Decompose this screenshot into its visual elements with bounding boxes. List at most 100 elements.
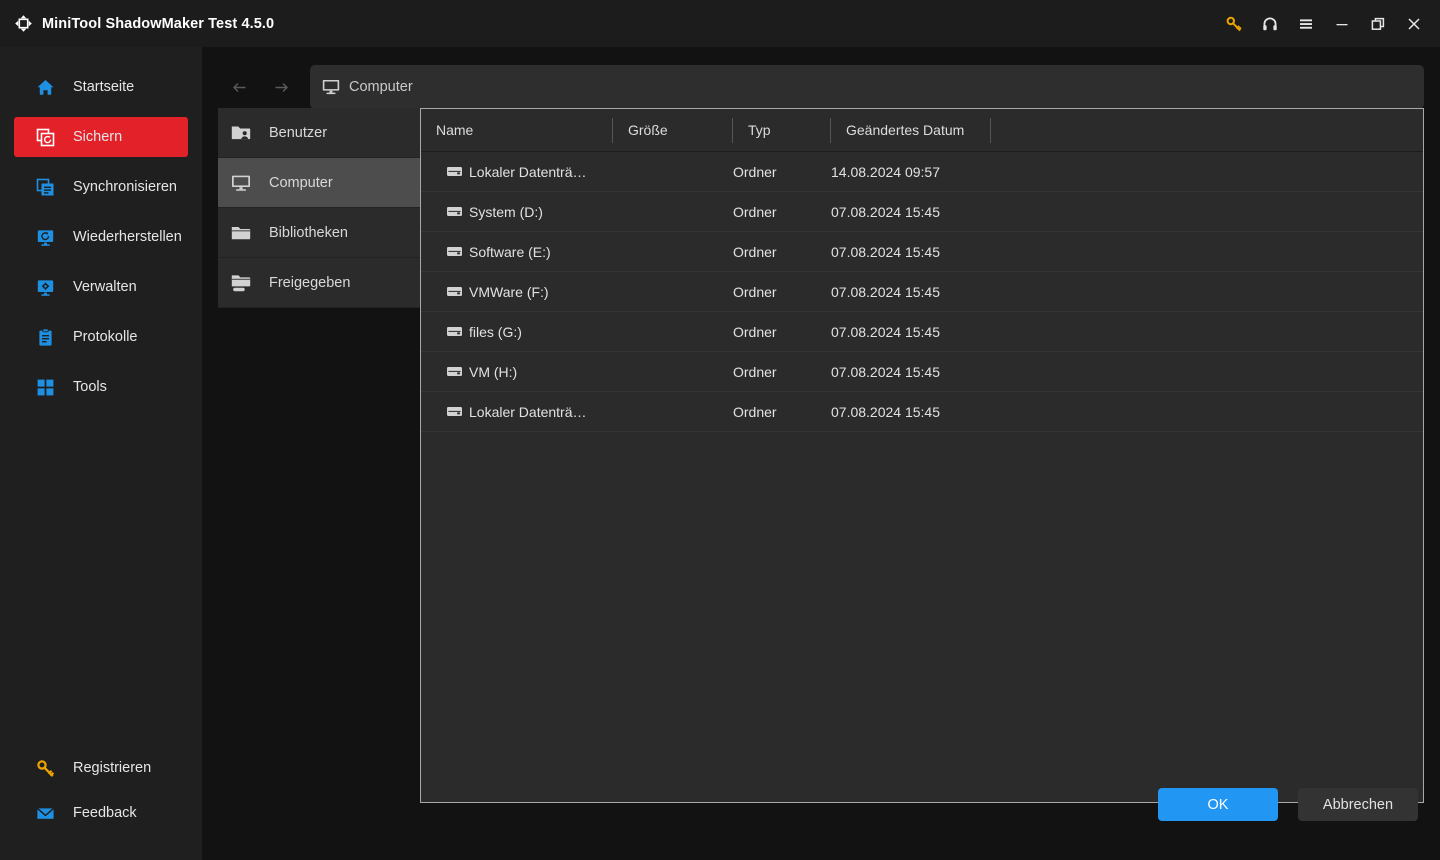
file-name: System (D:): [469, 203, 543, 220]
tree-item-label: Benutzer: [269, 124, 328, 141]
mail-icon: [36, 804, 55, 823]
cell-date: 07.08.2024 15:45: [831, 203, 940, 220]
arrow-right-icon[interactable]: [260, 67, 302, 107]
table-row[interactable]: System (D:) Ordner 07.08.2024 15:45: [421, 192, 1423, 232]
computer-icon: [231, 174, 251, 192]
key-icon: [36, 759, 55, 778]
window-controls: [1216, 0, 1440, 47]
table-row[interactable]: Lokaler Datenträ… Ordner 14.08.2024 09:5…: [421, 152, 1423, 192]
cell-date: 07.08.2024 15:45: [831, 243, 940, 260]
drive-icon: [447, 207, 462, 216]
file-name: Software (E:): [469, 243, 551, 260]
arrow-left-icon[interactable]: [218, 67, 260, 107]
cell-date: 07.08.2024 15:45: [831, 363, 940, 380]
cell-type: Ordner: [733, 283, 777, 300]
sidebar-item-label: Registrieren: [73, 760, 152, 776]
computer-icon: [322, 79, 340, 95]
cell-date: 14.08.2024 09:57: [831, 163, 940, 180]
file-list-body: Lokaler Datenträ… Ordner 14.08.2024 09:5…: [421, 152, 1423, 432]
sidebar-item-label: Protokolle: [73, 329, 138, 345]
cell-type: Ordner: [733, 363, 777, 380]
users-folder-icon: [231, 124, 251, 142]
restore-icon[interactable]: [1360, 5, 1396, 43]
restore-disk-icon: [36, 228, 55, 247]
sidebar-item-sichern[interactable]: Sichern: [14, 117, 188, 157]
sidebar-item-label: Tools: [73, 379, 107, 395]
sidebar-item-label: Sichern: [73, 129, 123, 145]
navigation-bar: Computer: [218, 63, 1424, 111]
key-icon[interactable]: [1216, 5, 1252, 43]
cell-type: Ordner: [733, 323, 777, 340]
sidebar-item-label: Synchronisieren: [73, 179, 177, 195]
address-bar[interactable]: Computer: [310, 65, 1424, 109]
home-icon: [36, 78, 55, 97]
sidebar-item-startseite[interactable]: Startseite: [14, 67, 188, 107]
ok-button[interactable]: OK: [1158, 788, 1278, 821]
table-row[interactable]: files (G:) Ordner 07.08.2024 15:45: [421, 312, 1423, 352]
shadowmaker-logo-icon: [14, 14, 33, 33]
cell-name: files (G:): [421, 324, 613, 340]
file-name: Lokaler Datenträ…: [469, 403, 587, 420]
minimize-icon[interactable]: [1324, 5, 1360, 43]
cancel-button[interactable]: Abbrechen: [1298, 788, 1418, 821]
cell-name: VM (H:): [421, 364, 613, 380]
cell-type: Ordner: [733, 243, 777, 260]
cell-date: 07.08.2024 15:45: [831, 283, 940, 300]
drive-icon: [447, 327, 462, 336]
drive-icon: [447, 287, 462, 296]
logs-icon: [36, 328, 55, 347]
column-header-size[interactable]: Größe: [613, 109, 733, 152]
sidebar-item-tools[interactable]: Tools: [14, 367, 188, 407]
sidebar-bottom-group: Registrieren Feedback: [0, 748, 202, 838]
sidebar-item-label: Wiederherstellen: [73, 229, 182, 245]
menu-icon[interactable]: [1288, 5, 1324, 43]
table-row[interactable]: Software (E:) Ordner 07.08.2024 15:45: [421, 232, 1423, 272]
cell-name: Software (E:): [421, 244, 613, 260]
dialog-footer: OK Abbrechen: [202, 770, 1440, 860]
tree-item-bibliotheken[interactable]: Bibliotheken: [218, 208, 420, 258]
column-header-name[interactable]: Name: [421, 109, 613, 152]
app-window: MiniTool ShadowMaker Test 4.5.0 Startsei…: [0, 0, 1440, 860]
headphones-icon[interactable]: [1252, 5, 1288, 43]
file-name: VM (H:): [469, 363, 518, 380]
column-header-type[interactable]: Typ: [733, 109, 831, 152]
cell-date: 07.08.2024 15:45: [831, 323, 940, 340]
tree-item-freigegeben[interactable]: Freigegeben: [218, 258, 420, 308]
sidebar-item-verwalten[interactable]: Verwalten: [14, 267, 188, 307]
file-name: files (G:): [469, 323, 522, 340]
cell-date: 07.08.2024 15:45: [831, 403, 940, 420]
column-header-date[interactable]: Geändertes Datum: [831, 109, 991, 152]
file-list-header: Name Größe Typ Geändertes Datum: [421, 109, 1423, 152]
sidebar-item-feedback[interactable]: Feedback: [14, 793, 188, 833]
sidebar-item-wiederherstellen[interactable]: Wiederherstellen: [14, 217, 188, 257]
tree-item-label: Bibliotheken: [269, 224, 348, 241]
table-row[interactable]: VMWare (F:) Ordner 07.08.2024 15:45: [421, 272, 1423, 312]
title-bar: MiniTool ShadowMaker Test 4.5.0: [0, 0, 1440, 47]
file-name: Lokaler Datenträ…: [469, 163, 587, 180]
cell-name: Lokaler Datenträ…: [421, 404, 613, 420]
sidebar-item-protokolle[interactable]: Protokolle: [14, 317, 188, 357]
table-row[interactable]: VM (H:) Ordner 07.08.2024 15:45: [421, 352, 1423, 392]
tree-item-benutzer[interactable]: Benutzer: [218, 108, 420, 158]
cell-type: Ordner: [733, 203, 777, 220]
content-area: Computer Benutzer Computer Bibliotheken …: [202, 47, 1440, 860]
drive-icon: [447, 167, 462, 176]
sidebar-item-registrieren[interactable]: Registrieren: [14, 748, 188, 788]
shared-folder-icon: [231, 274, 251, 292]
sync-icon: [36, 178, 55, 197]
sidebar: Startseite Sichern Synchronisieren Wiede…: [0, 47, 202, 860]
close-icon[interactable]: [1396, 5, 1432, 43]
tools-icon: [36, 378, 55, 397]
sidebar-item-label: Feedback: [73, 805, 137, 821]
drive-icon: [447, 247, 462, 256]
title-bar-left: MiniTool ShadowMaker Test 4.5.0: [0, 14, 274, 33]
table-row[interactable]: Lokaler Datenträ… Ordner 07.08.2024 15:4…: [421, 392, 1423, 432]
cell-type: Ordner: [733, 403, 777, 420]
cell-name: Lokaler Datenträ…: [421, 164, 613, 180]
drive-icon: [447, 407, 462, 416]
drive-icon: [447, 367, 462, 376]
app-title: MiniTool ShadowMaker Test 4.5.0: [42, 15, 275, 32]
tree-panel: Benutzer Computer Bibliotheken Freigegeb…: [218, 108, 420, 308]
tree-item-computer[interactable]: Computer: [218, 158, 420, 208]
sidebar-item-synchronisieren[interactable]: Synchronisieren: [14, 167, 188, 207]
